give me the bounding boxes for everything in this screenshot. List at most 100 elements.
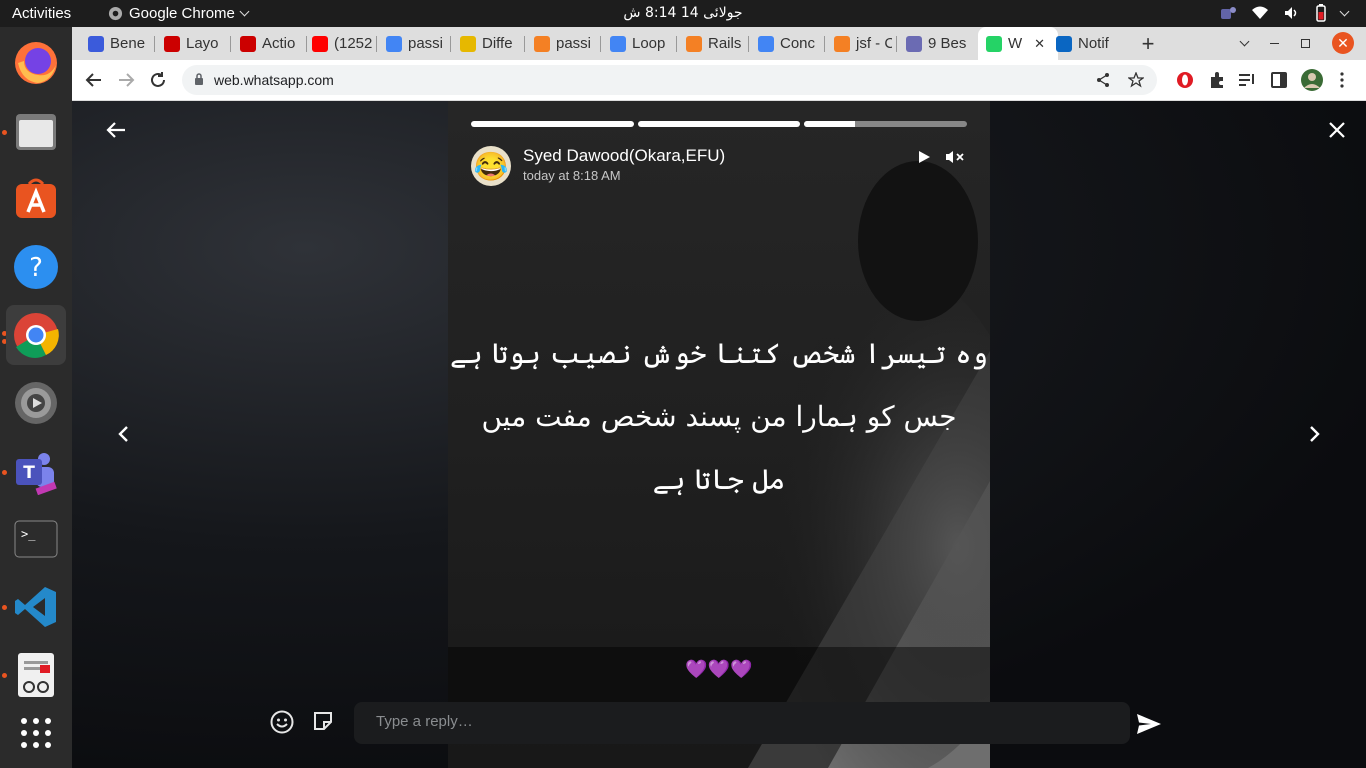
teams-icon: T: [16, 453, 57, 495]
tab-0[interactable]: Bene: [86, 27, 150, 60]
tab-separator: [896, 36, 897, 52]
tab-separator: [748, 36, 749, 52]
reply-box[interactable]: [354, 702, 1130, 744]
dock-firefox[interactable]: [6, 33, 66, 93]
dock-document-viewer[interactable]: [6, 645, 66, 705]
tab-separator: [600, 36, 601, 52]
lock-icon: [195, 73, 203, 85]
share-icon[interactable]: [1095, 72, 1111, 88]
poem-line-3: مل جاتا ہے: [652, 463, 786, 496]
reload-icon[interactable]: [149, 71, 167, 89]
tab-11[interactable]: 9 Bes: [904, 27, 966, 60]
tab-separator: [154, 36, 155, 52]
dock-terminal[interactable]: >_: [6, 509, 66, 569]
system-top-bar: Activities Google Chrome جولائی 14 8:14 …: [0, 0, 1366, 27]
tab-10[interactable]: jsf - C: [832, 27, 892, 60]
chrome-icon: [14, 313, 59, 358]
avatar[interactable]: 😂: [471, 146, 511, 186]
tab-label: Notif: [1078, 35, 1109, 52]
dock-help[interactable]: ?: [6, 237, 66, 297]
tab-9[interactable]: Conc: [756, 27, 820, 60]
play-icon[interactable]: [917, 150, 931, 164]
media-control-icon[interactable]: [1238, 72, 1256, 88]
tab-1[interactable]: Layo: [162, 27, 226, 60]
tab-label: Diffe: [482, 35, 513, 52]
back-icon[interactable]: [85, 72, 103, 88]
send-icon[interactable]: [1136, 713, 1162, 735]
dock-chrome[interactable]: [6, 305, 66, 365]
tab-separator: [824, 36, 825, 52]
new-tab-button[interactable]: +: [1136, 27, 1160, 60]
tab-5[interactable]: Diffe: [458, 27, 520, 60]
tab-icon: [906, 35, 922, 52]
tab-13[interactable]: Notif: [1054, 27, 1122, 60]
dock-files[interactable]: [6, 101, 66, 161]
author-name[interactable]: Syed Dawood(Okara,EFU): [523, 146, 725, 166]
omnibox[interactable]: web.whatsapp.com: [182, 65, 1157, 95]
dock-show-apps[interactable]: [6, 703, 66, 763]
system-menu-chevron-icon: [1339, 6, 1350, 16]
tab-4[interactable]: passi: [384, 27, 446, 60]
tab-label: 9 Bes: [928, 35, 966, 52]
next-status-icon[interactable]: [1309, 425, 1321, 443]
sticker-icon[interactable]: [312, 710, 334, 732]
tab-label: Layo: [186, 35, 219, 52]
emoji-icon[interactable]: [270, 710, 294, 734]
tab-separator: [230, 36, 231, 52]
side-panel-icon[interactable]: [1271, 72, 1287, 88]
status-card[interactable]: 😂 Syed Dawood(Okara,EFU) today at 8:18 A…: [448, 101, 990, 768]
teams-tray-icon: [1221, 7, 1236, 19]
close-tab-icon[interactable]: ✕: [1034, 36, 1045, 52]
close-window-icon[interactable]: ✕: [1332, 32, 1354, 54]
vscode-icon: [15, 587, 56, 627]
tab-label: Rails: [708, 35, 742, 52]
tab-8[interactable]: Rails: [684, 27, 744, 60]
restore-icon[interactable]: [1301, 38, 1310, 48]
previous-status-icon[interactable]: [117, 425, 129, 443]
progress-bar-2: [638, 121, 800, 127]
dock-teams[interactable]: T: [6, 441, 66, 501]
app-grid-icon: [21, 718, 51, 748]
tab-7[interactable]: Loop: [608, 27, 672, 60]
tab-icon: [460, 35, 476, 52]
tab-2[interactable]: Actio: [238, 27, 302, 60]
software-icon: [16, 178, 56, 218]
clock[interactable]: جولائی 14 8:14 ش: [0, 5, 1366, 21]
tab-12[interactable]: W ✕: [978, 27, 1058, 60]
progress-bar-1: [471, 121, 634, 127]
tab-separator: [450, 36, 451, 52]
forward-icon[interactable]: [117, 72, 135, 88]
opera-extension-icon[interactable]: [1176, 71, 1194, 89]
files-icon: [16, 114, 56, 150]
bene-icon: [88, 35, 104, 52]
bookmark-star-icon[interactable]: [1128, 72, 1144, 88]
firefox-icon: [15, 42, 57, 84]
tab-separator: [376, 36, 377, 52]
dock: ? T >_: [0, 27, 72, 768]
tab-3[interactable]: (1252: [310, 27, 372, 60]
tab-label: jsf - C: [856, 35, 892, 52]
reply-input[interactable]: [374, 712, 1078, 731]
dock-software[interactable]: [6, 169, 66, 229]
more-menu-icon[interactable]: [1340, 72, 1344, 88]
back-arrow-icon[interactable]: [106, 121, 126, 139]
tab-separator: [306, 36, 307, 52]
profile-avatar[interactable]: [1300, 68, 1324, 92]
tab-search-icon[interactable]: [1239, 36, 1250, 46]
window-controls: ✕: [1239, 32, 1354, 54]
dock-settings[interactable]: [6, 373, 66, 433]
status-caption: 💜💜💜: [685, 659, 753, 679]
tab-6[interactable]: passi: [532, 27, 596, 60]
google-icon: [758, 35, 774, 52]
wifi-icon: [1252, 6, 1268, 19]
system-tray[interactable]: [1219, 4, 1350, 22]
extensions-icon[interactable]: [1208, 71, 1226, 89]
progress-fill: [804, 121, 855, 127]
dock-vscode[interactable]: [6, 577, 66, 637]
tab-label: Bene: [110, 35, 146, 52]
progress-bar-3: [804, 121, 967, 127]
progress-fill: [471, 121, 634, 127]
minimize-icon[interactable]: [1270, 42, 1279, 44]
mute-icon[interactable]: [945, 150, 965, 164]
close-icon[interactable]: [1328, 121, 1346, 139]
